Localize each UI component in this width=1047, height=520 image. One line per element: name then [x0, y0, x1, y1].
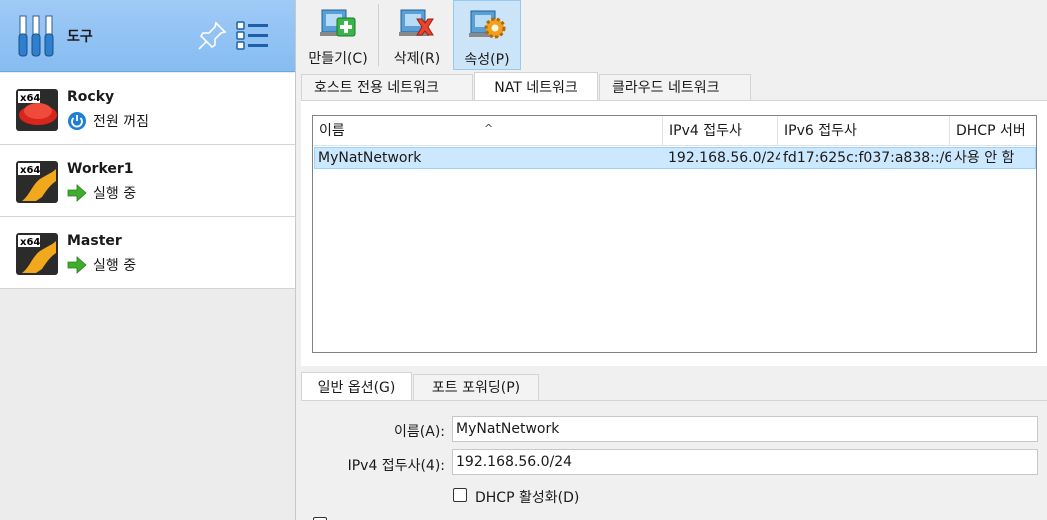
- tools-label: 도구: [67, 29, 93, 45]
- pin-icon[interactable]: [196, 20, 228, 52]
- vm-status: 실행 중: [93, 258, 137, 274]
- tab-host-only[interactable]: 호스트 전용 네트워크: [301, 74, 473, 100]
- options-tabs: 일반 옵션(G) 포트 포워딩(P): [301, 372, 1047, 400]
- os-type-icon: x64: [16, 233, 58, 275]
- machine-sidebar: 도구 x64 Rocky 전원 꺼짐 x64 Worker1 실행 중 x64 …: [0, 0, 296, 520]
- vm-status: 전원 꺼짐: [93, 114, 149, 130]
- nat-network-panel: 이름 ^ IPv4 접두사 IPv6 접두사 DHCP 서버 MyNatNetw…: [301, 100, 1047, 366]
- vm-item-worker1[interactable]: x64 Worker1 실행 중: [0, 145, 295, 217]
- tools-icon: [18, 15, 54, 57]
- power-off-icon: [68, 112, 86, 130]
- properties-button[interactable]: 속성(P): [453, 0, 521, 70]
- tools-item[interactable]: 도구: [0, 0, 295, 72]
- toolbar: 만들기(C) 삭제(R) 속성(P): [297, 0, 1047, 70]
- vm-item-master[interactable]: x64 Master 실행 중: [0, 217, 295, 289]
- column-header-ipv4[interactable]: IPv4 접두사: [663, 116, 778, 146]
- network-options: 일반 옵션(G) 포트 포워딩(P) 이름(A): MyNatNetwork I…: [297, 370, 1047, 520]
- column-header-ipv6[interactable]: IPv6 접두사: [778, 116, 950, 146]
- cell-dhcp-server: 사용 안 함: [954, 150, 1015, 166]
- running-arrow-icon: [67, 184, 87, 202]
- name-field[interactable]: MyNatNetwork: [452, 416, 1038, 442]
- cell-network-name: MyNatNetwork: [318, 150, 422, 166]
- ipv4-field-label: IPv4 접두사(4):: [347, 458, 445, 474]
- toolbar-separator: [378, 4, 379, 66]
- vm-item-rocky[interactable]: x64 Rocky 전원 꺼짐: [0, 73, 295, 145]
- sort-ascending-icon: ^: [484, 122, 494, 135]
- table-row[interactable]: MyNatNetwork 192.168.56.0/24 fd17:625c:f…: [314, 147, 1036, 169]
- os-type-icon: x64: [16, 161, 58, 203]
- delete-network-icon: [399, 9, 434, 36]
- general-options-panel: 이름(A): MyNatNetwork IPv4 접두사(4): 192.168…: [301, 400, 1047, 520]
- vm-name: Master: [67, 233, 122, 249]
- vm-name: Rocky: [67, 89, 115, 105]
- properties-gear-icon: [469, 10, 506, 39]
- create-network-icon: [320, 9, 356, 37]
- tab-general-options[interactable]: 일반 옵션(G): [301, 372, 412, 400]
- list-menu-icon[interactable]: [236, 20, 270, 52]
- dhcp-checkbox-label[interactable]: DHCP 활성화(D): [475, 487, 579, 507]
- tab-nat-network[interactable]: NAT 네트워크: [474, 72, 598, 100]
- vm-status: 실행 중: [93, 186, 137, 202]
- cell-ipv6-prefix: fd17:625c:f037:a838::/64: [783, 150, 951, 166]
- vm-name: Worker1: [67, 161, 134, 177]
- column-header-name[interactable]: 이름 ^: [313, 116, 663, 146]
- dhcp-checkbox[interactable]: [453, 488, 467, 502]
- network-manager: 만들기(C) 삭제(R) 속성(P) 호스트 전용 네트워크 NAT 네트워크 …: [297, 0, 1047, 520]
- properties-label: 속성(P): [464, 52, 510, 68]
- tab-cloud-network[interactable]: 클라우드 네트워크: [599, 74, 751, 100]
- red-hat-os-icon: x64: [16, 89, 58, 131]
- cell-ipv4-prefix: 192.168.56.0/24: [668, 150, 780, 166]
- delete-label: 삭제(R): [393, 51, 441, 67]
- running-arrow-icon: [67, 256, 87, 274]
- ipv4-prefix-field[interactable]: 192.168.56.0/24: [452, 449, 1038, 475]
- network-type-tabs: 호스트 전용 네트워크 NAT 네트워크 클라우드 네트워크: [301, 72, 1047, 100]
- create-button[interactable]: 만들기(C): [300, 0, 376, 70]
- name-field-label: 이름(A):: [394, 424, 445, 440]
- column-name-label: 이름: [319, 123, 345, 139]
- create-label: 만들기(C): [308, 51, 368, 67]
- column-header-dhcp[interactable]: DHCP 서버: [950, 116, 1036, 146]
- vm-badge: x64: [20, 165, 40, 176]
- vm-badge: x64: [20, 93, 40, 104]
- vm-badge: x64: [20, 237, 40, 248]
- delete-button[interactable]: 삭제(R): [381, 0, 453, 70]
- network-table: 이름 ^ IPv4 접두사 IPv6 접두사 DHCP 서버 MyNatNetw…: [312, 115, 1037, 353]
- tab-port-forwarding[interactable]: 포트 포워딩(P): [413, 374, 539, 400]
